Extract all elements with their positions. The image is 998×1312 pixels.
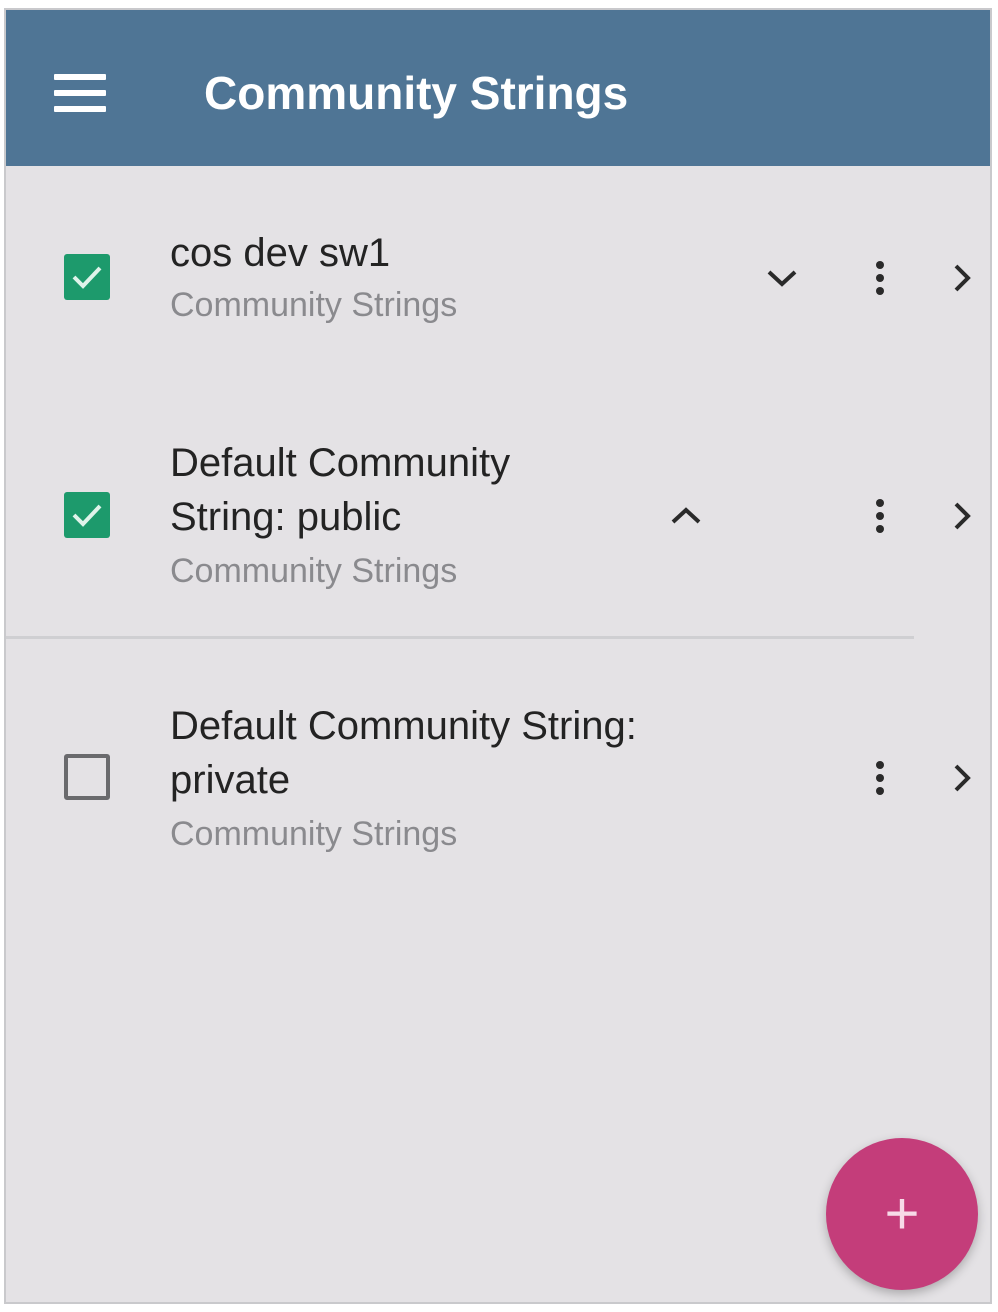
- more-options-icon[interactable]: [856, 754, 904, 802]
- chevron-right-icon[interactable]: [938, 492, 986, 540]
- list-item[interactable]: Default Community String: private Commun…: [6, 639, 990, 899]
- check-icon: [72, 504, 102, 527]
- more-options-icon[interactable]: [856, 492, 904, 540]
- item-checkbox[interactable]: [64, 492, 110, 538]
- item-title: cos dev sw1: [170, 231, 391, 275]
- item-subtitle: Community Strings: [170, 815, 458, 853]
- item-checkbox[interactable]: [64, 754, 110, 800]
- chevron-right-icon[interactable]: [938, 254, 986, 302]
- item-title-line-2: String: public: [170, 495, 402, 539]
- list-item[interactable]: cos dev sw1 Community Strings: [6, 166, 990, 366]
- hamburger-menu-icon[interactable]: [54, 74, 106, 114]
- app-bar: Community Strings: [6, 10, 990, 166]
- add-button[interactable]: +: [826, 1138, 978, 1290]
- item-subtitle: Community Strings: [170, 286, 458, 324]
- chevron-down-icon[interactable]: [758, 254, 806, 302]
- chevron-right-icon[interactable]: [938, 754, 986, 802]
- item-title-line-1: Default Community String:: [170, 704, 637, 748]
- plus-icon: +: [884, 1180, 920, 1247]
- check-icon: [72, 266, 102, 289]
- page-title: Community Strings: [204, 67, 629, 119]
- chevron-up-icon[interactable]: [662, 492, 710, 540]
- item-subtitle: Community Strings: [170, 552, 458, 590]
- list-item[interactable]: Default Community String: public Communi…: [6, 366, 990, 636]
- item-checkbox[interactable]: [64, 254, 110, 300]
- app-window: Community Strings cos dev sw1 Community …: [4, 8, 992, 1304]
- more-options-icon[interactable]: [856, 254, 904, 302]
- item-title-line-1: Default Community: [170, 441, 511, 485]
- item-title-line-2: private: [170, 758, 291, 802]
